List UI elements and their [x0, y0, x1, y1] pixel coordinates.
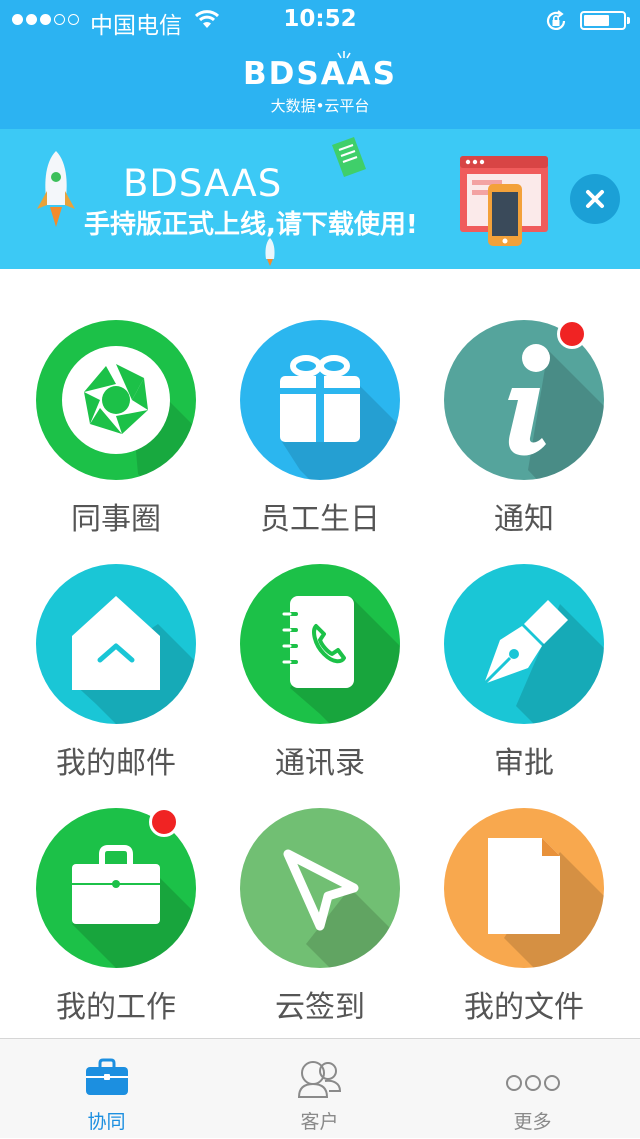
paper-icon	[332, 137, 366, 177]
aperture-icon	[36, 320, 196, 480]
small-rocket-icon	[265, 238, 275, 266]
tile-my-files[interactable]: 我的文件	[422, 808, 626, 1038]
close-icon	[586, 190, 604, 208]
tile-cloud-checkin[interactable]: 云签到	[218, 808, 422, 1038]
tab-label: 更多	[513, 1111, 552, 1133]
tile-approval[interactable]: 审批	[422, 564, 626, 794]
orientation-lock-icon	[544, 9, 568, 37]
document-icon	[444, 808, 604, 968]
promo-banner[interactable]: BDSAAS 手持版正式上线,请下载使用!	[0, 129, 640, 269]
tile-label: 我的邮件	[56, 746, 176, 781]
tab-bar: 协同 客户 更多	[0, 1038, 640, 1138]
tile-employee-birthday[interactable]: 员工生日	[218, 320, 422, 550]
people-icon	[213, 1057, 426, 1101]
tile-label: 我的工作	[56, 990, 176, 1025]
tile-my-mail[interactable]: 我的邮件	[14, 564, 218, 794]
rocket-icon	[37, 151, 75, 227]
tile-notice[interactable]: 通知	[422, 319, 626, 550]
tile-contacts[interactable]: 通讯录	[218, 564, 422, 794]
send-arrow-icon	[240, 808, 400, 968]
mail-home-icon	[36, 564, 196, 724]
banner-subtitle: 手持版正式上线,请下载使用!	[84, 210, 418, 240]
status-bar: 中国电信 10:52	[0, 0, 640, 40]
tile-label: 审批	[494, 746, 554, 781]
tile-label: 通知	[494, 502, 554, 537]
banner-title: BDSAAS	[123, 162, 283, 205]
tile-label: 同事圈	[71, 502, 161, 537]
tile-colleague-circle[interactable]: 同事圈	[14, 320, 218, 550]
gift-icon	[240, 320, 400, 480]
pen-nib-icon	[444, 564, 604, 724]
tile-label: 通讯录	[275, 746, 365, 781]
notification-badge	[557, 319, 587, 349]
notification-badge	[149, 807, 179, 837]
app-header: 中国电信 10:52 BDSAAS 大数据•云平台	[0, 0, 640, 129]
tab-more[interactable]: 更多	[426, 1039, 639, 1139]
more-dots-icon	[426, 1057, 639, 1101]
tile-label: 云签到	[275, 990, 365, 1025]
battery-icon	[580, 11, 630, 30]
tile-label: 员工生日	[260, 502, 380, 537]
tile-my-work[interactable]: 我的工作	[14, 807, 218, 1038]
brand-logo: BDSAAS	[243, 56, 397, 92]
tile-label: 我的文件	[464, 990, 584, 1025]
tab-customers[interactable]: 客户	[213, 1039, 426, 1139]
tab-collaboration[interactable]: 协同	[0, 1039, 213, 1139]
briefcase-icon	[0, 1057, 213, 1101]
browser-phone-illustration	[460, 156, 548, 246]
brand-subtitle: 大数据•云平台	[270, 97, 370, 115]
tab-label: 客户	[300, 1111, 339, 1133]
contacts-book-icon	[240, 564, 400, 724]
close-banner-button[interactable]	[570, 174, 620, 224]
tab-label: 协同	[87, 1111, 126, 1133]
